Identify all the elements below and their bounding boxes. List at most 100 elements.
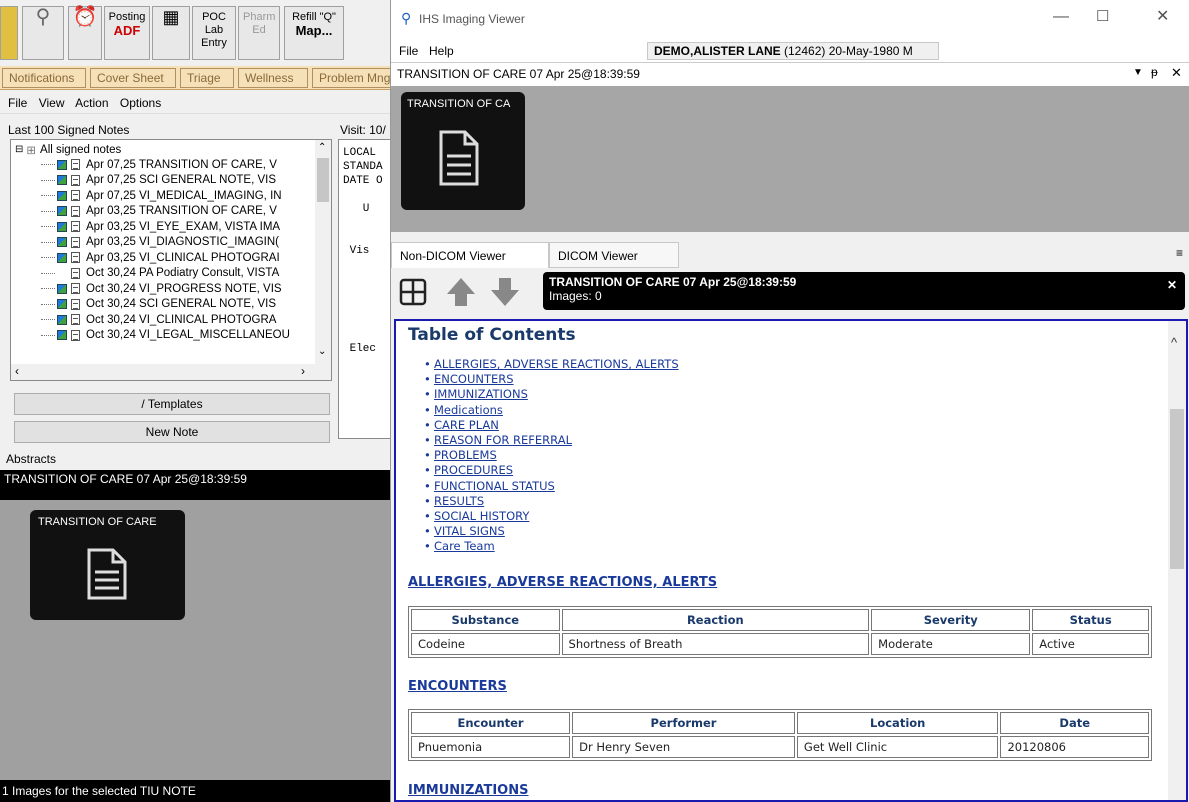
new-note-button[interactable]: New Note [14, 421, 330, 443]
document-icon [87, 548, 127, 600]
tab-triage[interactable]: Triage [180, 68, 234, 88]
tree-root[interactable]: ⊟ ⊞ All signed notes [15, 142, 121, 157]
scroll-right-icon: › [301, 364, 305, 378]
scroll-up-icon: ⌃ [318, 142, 327, 153]
tree-connector [41, 179, 55, 181]
tree-connector [41, 226, 55, 227]
menu-file[interactable]: File [8, 96, 27, 110]
note-label: Apr 03,25 VI_DIAGNOSTIC_IMAGIN( [86, 236, 280, 248]
menu-action[interactable]: Action [75, 96, 108, 110]
toc-link[interactable]: Care Team [424, 539, 679, 554]
toc-link[interactable]: RESULTS [424, 494, 679, 509]
note-label: Oct 30,24 PA Podiatry Consult, VISTA [86, 267, 280, 279]
posting-adf-button[interactable]: Posting ADF [104, 6, 150, 60]
toc-link[interactable]: SOCIAL HISTORY [424, 509, 679, 524]
tab-dicom-viewer[interactable]: DICOM Viewer [549, 242, 679, 268]
encounters-heading[interactable]: ENCOUNTERS [408, 679, 507, 694]
document-icon [71, 283, 80, 294]
list-item[interactable]: Apr 03,25 VI_CLINICAL PHOTOGRAI [41, 250, 280, 265]
list-item[interactable]: Apr 07,25 SCI GENERAL NOTE, VIS [41, 173, 276, 188]
toc-link[interactable]: VITAL SIGNS [424, 524, 679, 539]
column-header: Encounter [411, 712, 571, 734]
toolbar-edge-button[interactable] [0, 6, 18, 60]
tree-connector [41, 272, 55, 274]
toc-link[interactable]: ENCOUNTERS [424, 372, 679, 387]
templates-button[interactable]: / Templates [14, 393, 330, 415]
toc-link[interactable]: CARE PLAN [424, 418, 679, 433]
list-item[interactable]: Oct 30,24 VI_CLINICAL PHOTOGRA [41, 312, 276, 327]
tab-wellness[interactable]: Wellness [238, 68, 308, 88]
immunizations-heading[interactable]: IMMUNIZATIONS [408, 783, 528, 798]
document-thumbnail[interactable]: TRANSITION OF CA [401, 92, 525, 210]
dropdown-icon[interactable]: ▼ [1133, 67, 1143, 78]
tab-non-dicom-viewer[interactable]: Non-DICOM Viewer [391, 242, 549, 268]
image-icon [57, 221, 67, 232]
menu-file[interactable]: File [399, 44, 418, 58]
toc-link[interactable]: REASON FOR REFERRAL [424, 433, 679, 448]
minimize-icon[interactable]: — [1053, 8, 1069, 26]
toc-link[interactable]: FUNCTIONAL STATUS [424, 479, 679, 494]
toolbar-alert-button[interactable]: ⏰ [68, 6, 102, 60]
close-bar-icon[interactable]: ✕ [1167, 278, 1177, 292]
image-icon [57, 283, 67, 294]
window-title: IHS Imaging Viewer [419, 12, 525, 26]
maximize-icon[interactable]: ☐ [1096, 7, 1109, 25]
list-item[interactable]: Apr 07,25 TRANSITION OF CARE, V [41, 157, 277, 172]
notes-tree[interactable]: ⊟ ⊞ All signed notes Apr 07,25 TRANSITIO… [10, 139, 332, 381]
image-icon [57, 206, 67, 216]
tree-connector [41, 195, 55, 196]
toc-link[interactable]: PROBLEMS [424, 448, 679, 463]
list-item[interactable]: Oct 30,24 PA Podiatry Consult, VISTA [41, 266, 279, 281]
list-item[interactable]: Apr 03,25 TRANSITION OF CARE, V [41, 204, 277, 219]
document-icon [71, 329, 80, 341]
pharm-ed-button[interactable]: Pharm Ed [238, 6, 280, 60]
list-item[interactable]: Apr 03,25 VI_DIAGNOSTIC_IMAGIN( [41, 235, 279, 250]
list-item[interactable]: Apr 03,25 VI_EYE_EXAM, VISTA IMA [41, 219, 280, 234]
tab-cover-sheet[interactable]: Cover Sheet [90, 68, 176, 88]
image-icon [57, 330, 67, 340]
toc-link[interactable]: IMMUNIZATIONS [424, 387, 679, 402]
tree-root-label: All signed notes [40, 143, 122, 156]
refill-map-button[interactable]: Refill "Q" Map... [284, 6, 344, 60]
column-header: Date [1000, 712, 1149, 734]
status-bar: 1 Images for the selected TIU NOTE [0, 780, 390, 802]
adf-label: ADF [113, 23, 141, 38]
toc-link[interactable]: PROCEDURES [424, 463, 679, 478]
column-header: Reaction [561, 609, 870, 631]
content-scrollbar[interactable]: ^ [1168, 321, 1186, 800]
tab-notifications[interactable]: Notifications [2, 68, 86, 88]
poc-lab-entry-button[interactable]: POC Lab Entry [192, 6, 236, 60]
notes-vertical-scrollbar[interactable]: ⌃ ⌄ [315, 140, 331, 364]
image-icon [57, 237, 67, 247]
chart-button[interactable]: ▦ [152, 6, 190, 60]
down-arrow-icon[interactable] [489, 276, 521, 308]
tab-problem-mng[interactable]: Problem Mng [312, 68, 390, 88]
close-icon[interactable]: ✕ [1156, 6, 1169, 26]
scroll-thumb[interactable] [317, 158, 329, 202]
overflow-icon[interactable]: ≡ [1176, 246, 1183, 260]
menu-options[interactable]: Options [120, 96, 161, 110]
close-pane-icon[interactable]: ✕ [1171, 65, 1182, 81]
list-item[interactable]: Oct 30,24 SCI GENERAL NOTE, VIS [41, 297, 276, 312]
toc-link[interactable]: Medications [424, 403, 679, 418]
menu-view[interactable]: View [39, 96, 65, 110]
list-item[interactable]: Oct 30,24 VI_LEGAL_MISCELLANEOU [41, 328, 290, 343]
abstract-thumbnail-label: TRANSITION OF CARE [38, 516, 157, 528]
abstract-thumbnail[interactable]: TRANSITION OF CARE [30, 510, 185, 620]
menu-help[interactable]: Help [429, 44, 454, 58]
content-scroll-thumb[interactable] [1170, 409, 1184, 569]
scroll-up-icon[interactable]: ^ [1171, 335, 1177, 350]
toc-link[interactable]: ALLERGIES, ADVERSE REACTIONS, ALERTS [424, 357, 679, 372]
pin-icon[interactable]: ᵽ [1151, 65, 1158, 79]
image-icon [57, 190, 67, 201]
tree-connector [41, 334, 55, 336]
list-item[interactable]: Oct 30,24 VI_PROGRESS NOTE, VIS [41, 281, 282, 296]
toolbar-tool-button[interactable]: ⚲ [22, 6, 64, 60]
note-text-box[interactable]: LOCAL STANDA DATE O U Vis Elec [338, 139, 390, 439]
table-cell: Dr Henry Seven [572, 736, 795, 758]
list-item[interactable]: Apr 07,25 VI_MEDICAL_IMAGING, IN [41, 188, 282, 203]
grid-layout-icon[interactable] [399, 278, 427, 306]
allergies-heading[interactable]: ALLERGIES, ADVERSE REACTIONS, ALERTS [408, 575, 717, 590]
notes-horizontal-scrollbar[interactable]: ‹ › [11, 364, 331, 380]
up-arrow-icon[interactable] [445, 276, 477, 308]
